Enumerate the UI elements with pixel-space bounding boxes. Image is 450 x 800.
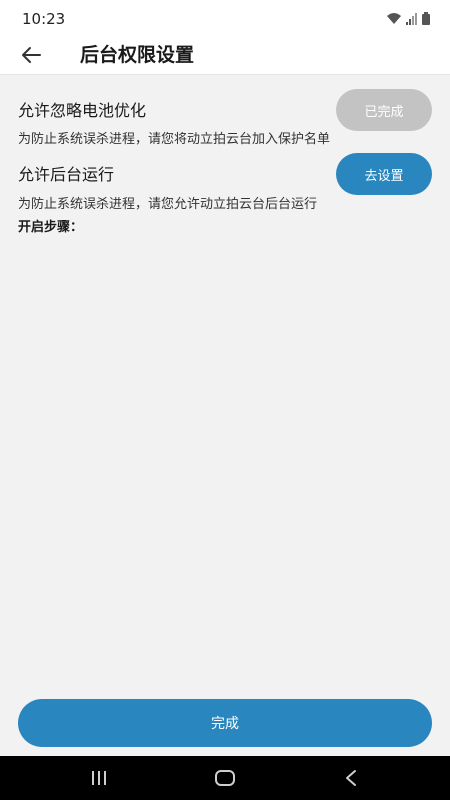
status-time: 10:23	[22, 10, 66, 28]
app-bar: 后台权限设置	[0, 36, 450, 75]
permission-title-battery: 允许忽略电池优化	[18, 101, 147, 120]
nav-back-button[interactable]	[337, 766, 365, 790]
system-nav-bar	[0, 756, 450, 800]
battery-icon	[422, 12, 430, 25]
finish-button[interactable]: 完成	[18, 699, 432, 747]
recent-apps-icon	[92, 771, 106, 785]
page-title: 后台权限设置	[80, 44, 195, 66]
background-run-setting-button[interactable]: 去设置	[336, 153, 432, 195]
steps-label: 开启步骤：	[18, 220, 84, 235]
recent-apps-button[interactable]	[85, 766, 113, 790]
battery-optimization-done-button[interactable]: 已完成	[336, 89, 432, 131]
permission-desc-battery: 为防止系统误杀进程，请您将动立拍云台加入保护名单	[18, 132, 331, 147]
home-icon	[215, 770, 235, 786]
arrow-left-icon	[22, 47, 41, 63]
wifi-icon	[387, 13, 401, 24]
back-button[interactable]	[18, 42, 44, 68]
status-icons	[386, 11, 430, 25]
status-bar: 10:23	[0, 0, 450, 36]
permission-title-background: 允许后台运行	[18, 165, 115, 184]
permission-desc-background: 为防止系统误杀进程，请您允许动立拍云台后台运行	[18, 197, 318, 212]
back-nav-icon	[346, 770, 356, 786]
home-button[interactable]	[211, 766, 239, 790]
signal-icon	[406, 13, 417, 25]
